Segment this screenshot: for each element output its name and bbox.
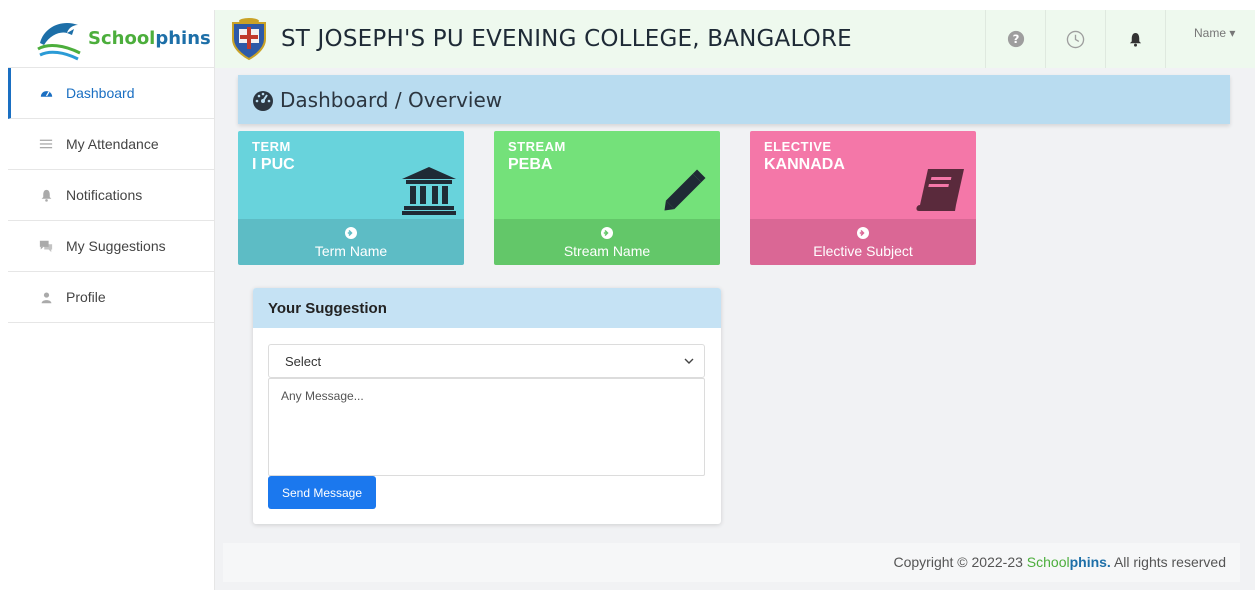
institution-icon xyxy=(402,167,456,215)
elective-card-link[interactable]: Elective Subject xyxy=(750,219,976,265)
main-content: Dashboard / Overview TERM I PUC Term Nam… xyxy=(215,68,1255,590)
page-title-bar: Dashboard / Overview xyxy=(238,75,1230,124)
elective-card-footer: Elective Subject xyxy=(813,243,913,259)
send-message-button[interactable]: Send Message xyxy=(268,476,376,509)
top-header: ST JOSEPH'S PU EVENING COLLEGE, BANGALOR… xyxy=(215,10,1255,68)
term-card-label: TERM xyxy=(252,139,291,154)
question-circle-icon: ? xyxy=(1007,30,1024,48)
footer-suffix: All rights reserved xyxy=(1110,554,1226,570)
notifications-button[interactable] xyxy=(1105,10,1165,68)
brand-name-part2: phins xyxy=(155,28,211,49)
footer-brand-part1: School xyxy=(1026,554,1070,570)
sidebar-item-profile[interactable]: Profile xyxy=(8,272,214,323)
stream-card-body: STREAM PEBA xyxy=(494,131,720,219)
book-icon xyxy=(916,169,964,211)
footer-prefix: Copyright © 2022-23 xyxy=(893,554,1027,570)
brand-name-part1: School xyxy=(88,28,156,49)
term-card-body: TERM I PUC xyxy=(238,131,464,219)
stream-card-footer: Stream Name xyxy=(563,243,651,259)
tachometer-icon xyxy=(253,90,273,111)
bell-icon xyxy=(38,187,54,203)
elective-card: ELECTIVE KANNADA Elective Subject xyxy=(750,131,976,265)
college-name: ST JOSEPH'S PU EVENING COLLEGE, BANGALOR… xyxy=(281,26,852,52)
tachometer-icon xyxy=(38,85,54,101)
footer-brand-part2: phins. xyxy=(1069,554,1111,570)
chevron-down-icon xyxy=(684,358,694,364)
sidebar-item-label: Dashboard xyxy=(66,85,135,101)
bell-icon xyxy=(1129,32,1142,47)
user-menu-dropdown[interactable]: Name ▾ xyxy=(1165,10,1255,68)
user-icon xyxy=(38,289,54,305)
term-card-link[interactable]: Term Name xyxy=(238,219,464,265)
sidebar-item-my-suggestions[interactable]: My Suggestions xyxy=(8,221,214,272)
page-title: Dashboard / Overview xyxy=(280,87,503,112)
suggestion-panel: Your Suggestion Select Any Message... Se… xyxy=(253,288,721,524)
stream-card: STREAM PEBA Stream Name xyxy=(494,131,720,265)
dolphin-logo-icon xyxy=(37,22,81,60)
message-placeholder: Any Message... xyxy=(281,389,364,403)
sidebar-item-my-attendance[interactable]: My Attendance xyxy=(8,119,214,170)
elective-card-label: ELECTIVE xyxy=(764,139,832,154)
page-footer: Copyright © 2022-23 Schoolphins. All rig… xyxy=(223,543,1240,582)
arrow-circle-right-icon xyxy=(857,227,869,239)
comments-icon xyxy=(38,238,54,254)
sidebar: Schoolphins Dashboard My Attendance Noti… xyxy=(8,10,215,590)
message-textarea[interactable]: Any Message... xyxy=(268,378,705,476)
sidebar-item-label: My Attendance xyxy=(66,136,159,152)
list-icon xyxy=(38,136,54,152)
elective-card-body: ELECTIVE KANNADA xyxy=(750,131,976,219)
sidebar-item-label: Profile xyxy=(66,289,106,305)
suggestion-panel-title: Your Suggestion xyxy=(253,288,721,328)
sidebar-item-dashboard[interactable]: Dashboard xyxy=(8,68,214,119)
suggestion-type-select[interactable]: Select xyxy=(268,344,705,378)
stream-card-link[interactable]: Stream Name xyxy=(494,219,720,265)
header-actions: ? Name ▾ xyxy=(985,10,1255,68)
pencil-icon xyxy=(664,169,706,211)
brand-name: Schoolphins xyxy=(88,28,211,49)
arrow-circle-right-icon xyxy=(601,227,613,239)
sidebar-item-label: My Suggestions xyxy=(66,238,166,254)
stream-card-label: STREAM xyxy=(508,139,566,154)
history-button[interactable] xyxy=(1045,10,1105,68)
arrow-circle-right-icon xyxy=(345,227,357,239)
help-button[interactable]: ? xyxy=(985,10,1045,68)
select-value: Select xyxy=(285,354,322,369)
college-crest-icon xyxy=(232,18,266,61)
clock-icon xyxy=(1066,30,1085,48)
term-card: TERM I PUC Term Name xyxy=(238,131,464,265)
term-card-footer: Term Name xyxy=(314,243,388,259)
sidebar-item-label: Notifications xyxy=(66,187,143,203)
sidebar-item-notifications[interactable]: Notifications xyxy=(8,170,214,221)
svg-text:?: ? xyxy=(1012,32,1019,46)
brand-logo[interactable]: Schoolphins xyxy=(8,10,214,68)
